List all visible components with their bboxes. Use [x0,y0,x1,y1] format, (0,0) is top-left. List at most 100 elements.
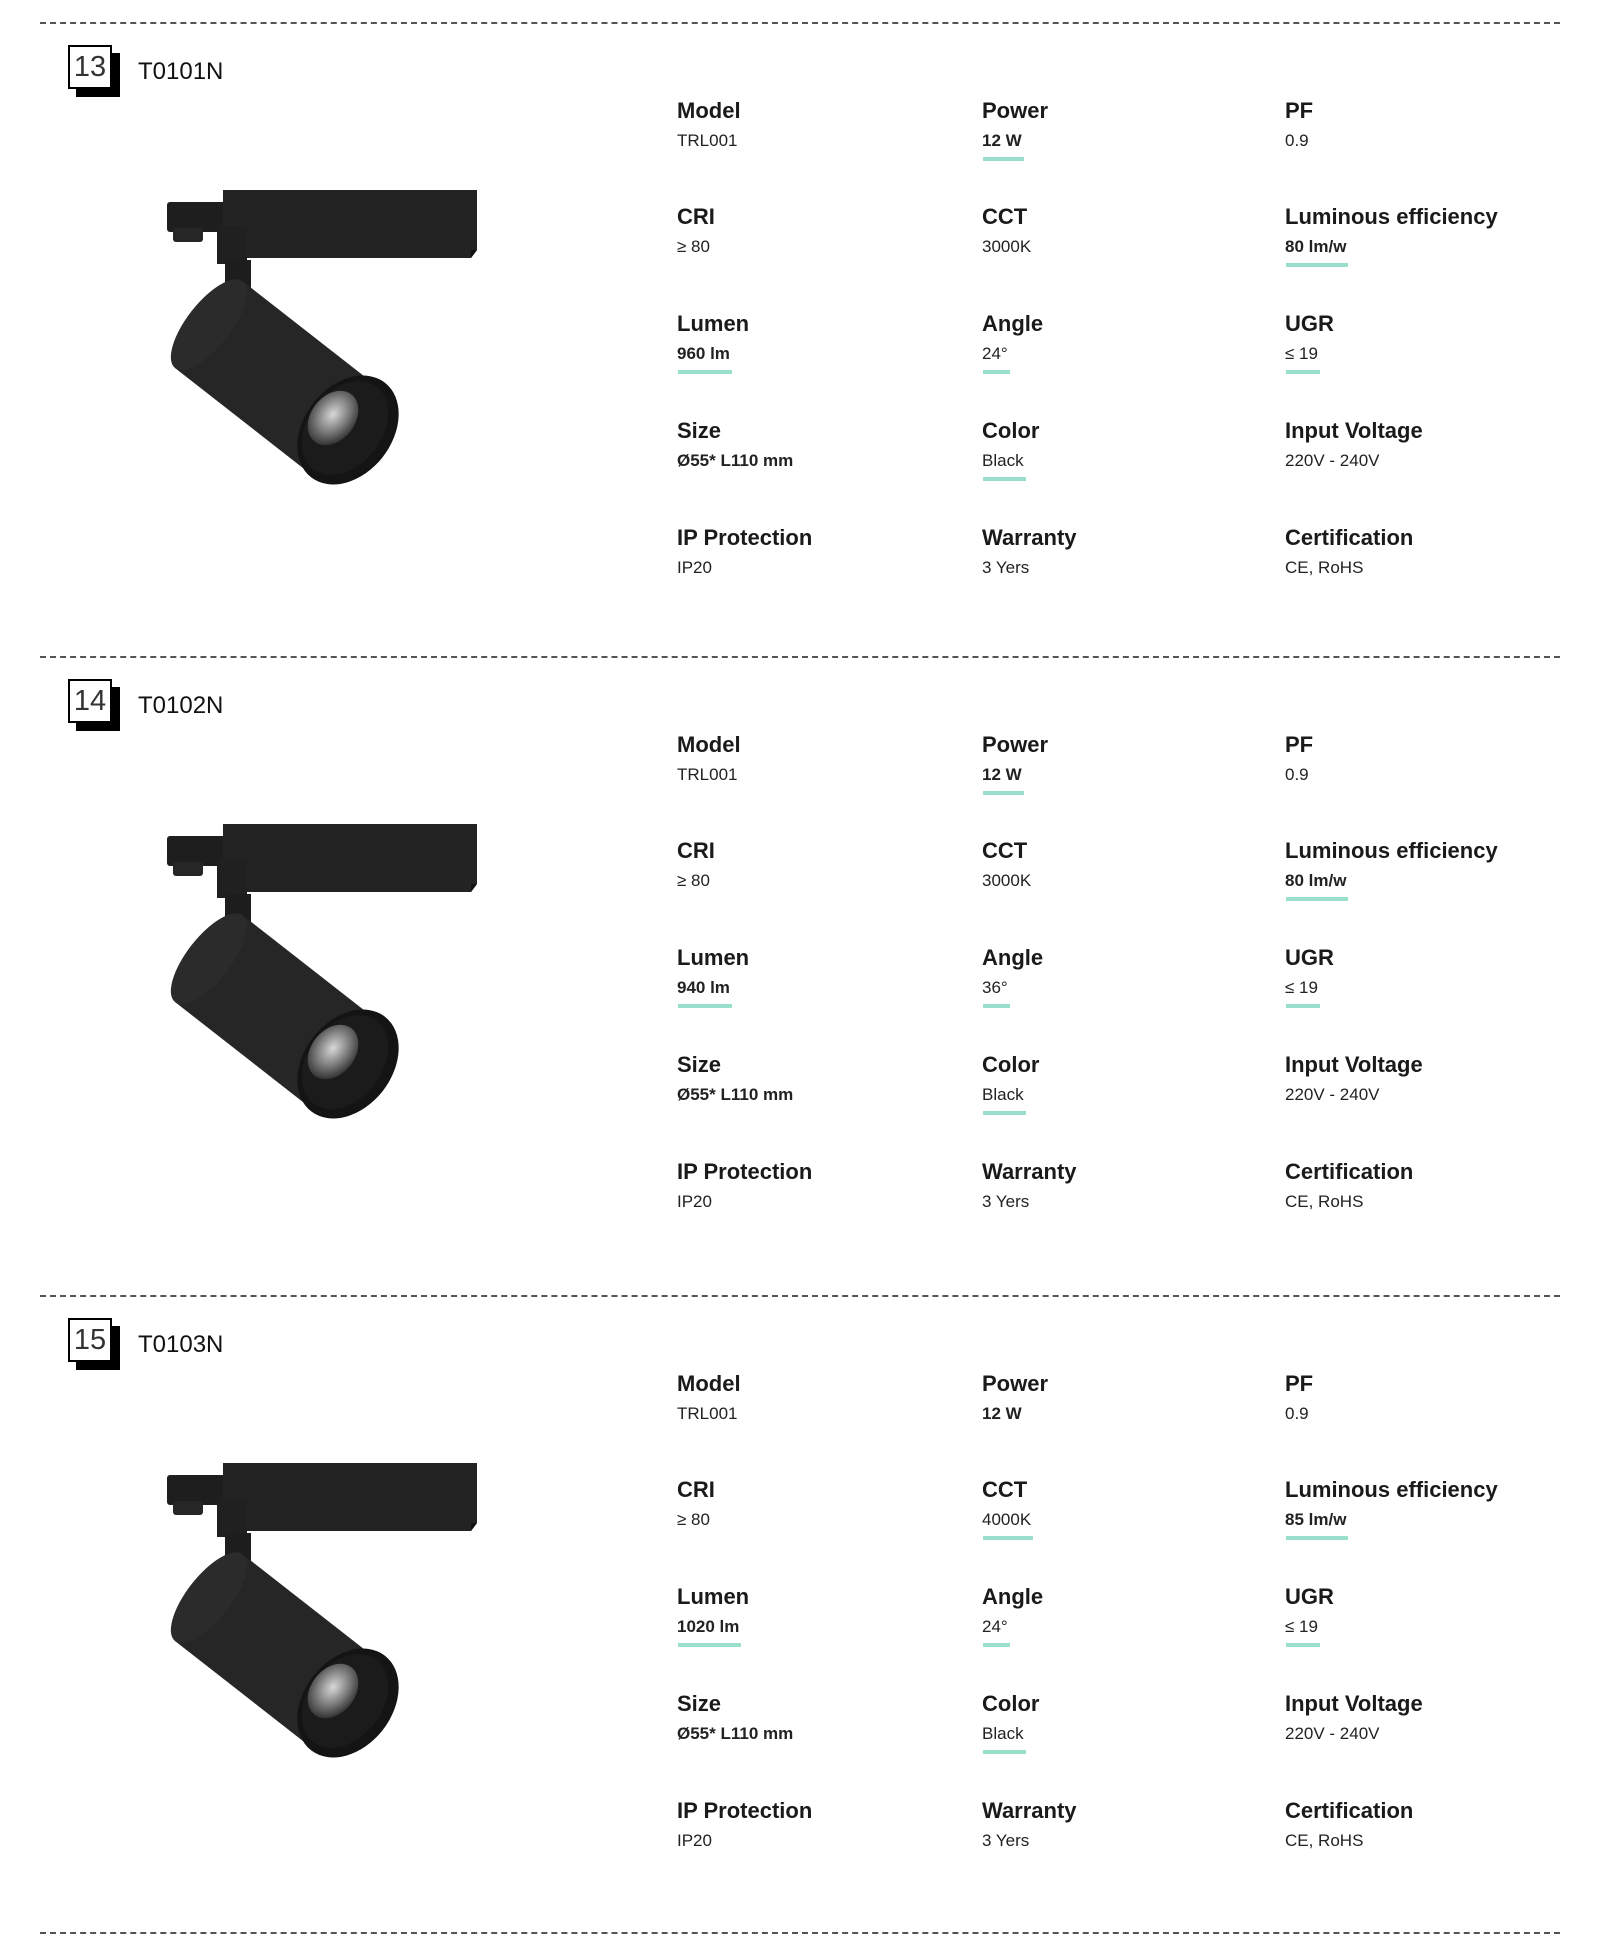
spec-warranty: Warranty 3 Yers [982,525,1272,579]
product-image-spotlight [155,1443,495,1783]
spec-lumen: Lumen 940 lm [677,945,967,1008]
spec-label: IP Protection [677,1159,813,1184]
spec-value: 3 Yers [982,1831,1030,1850]
spec-input-voltage: Input Voltage 220V - 240V [1285,1052,1575,1106]
section-divider [40,1932,1560,1934]
product-section: 13 T0101N Model TRL001 Power 12 W PF 0.9… [0,22,1600,657]
spec-label: UGR [1285,1584,1334,1609]
spec-label: Model [677,1371,741,1396]
spec-cct: CCT 3000K [982,204,1272,258]
spec-value: TRL001 [677,131,738,150]
spec-color: Color Black [982,1052,1272,1115]
spec-value: CE, RoHS [1285,558,1364,577]
spec-label: IP Protection [677,1798,813,1823]
spec-ip-protection: IP Protection IP20 [677,1159,967,1213]
spec-value: ≤ 19 [1285,1617,1320,1647]
track-spotlight-icon [167,190,477,485]
product-section: 15 T0103N Model TRL001 Power 12 W PF 0.9… [0,1295,1600,1930]
spec-label: Power [982,1371,1049,1396]
spec-label: PF [1285,732,1314,757]
spec-cct: CCT 4000K [982,1477,1272,1540]
spec-size: Size Ø55* L110 mm [677,418,967,472]
spec-label: Input Voltage [1285,1052,1423,1077]
spec-pf: PF 0.9 [1285,732,1575,786]
spec-value: 12 W [982,131,1024,161]
spec-luminous-efficiency: Luminous efficiency 85 lm/w [1285,1477,1575,1540]
spec-ugr: UGR ≤ 19 [1285,945,1575,1008]
spec-label: Model [677,98,741,123]
spec-value: ≥ 80 [677,237,710,256]
track-spotlight-icon [167,1463,477,1758]
spec-value: Black [982,451,1026,481]
spec-label: Warranty [982,525,1077,550]
spec-ugr: UGR ≤ 19 [1285,1584,1575,1647]
spec-angle: Angle 36° [982,945,1272,1008]
spec-label: Angle [982,945,1044,970]
spec-value: 1020 lm [677,1617,742,1647]
product-code: T0102N [138,692,224,719]
spec-pf: PF 0.9 [1285,98,1575,152]
spec-label: Certification [1285,1798,1414,1823]
product-image-spotlight [155,804,495,1144]
spec-value: Black [982,1724,1026,1754]
spec-label: Angle [982,1584,1044,1609]
spec-value: Ø55* L110 mm [677,1085,794,1104]
spec-value: Ø55* L110 mm [677,451,794,470]
spec-label: Lumen [677,1584,750,1609]
spec-label: CCT [982,204,1028,229]
spec-label: Power [982,98,1049,123]
product-code: T0103N [138,1331,224,1358]
spec-value: 0.9 [1285,131,1309,150]
spec-angle: Angle 24° [982,311,1272,374]
spec-label: CRI [677,838,715,863]
spec-label: Lumen [677,945,750,970]
spec-certification: Certification CE, RoHS [1285,1798,1575,1852]
spec-size: Size Ø55* L110 mm [677,1691,967,1745]
spec-label: Warranty [982,1798,1077,1823]
spec-label: Size [677,1691,722,1716]
spec-label: Size [677,418,722,443]
spec-certification: Certification CE, RoHS [1285,525,1575,579]
spec-value: 0.9 [1285,1404,1309,1423]
spec-label: CCT [982,1477,1028,1502]
spec-input-voltage: Input Voltage 220V - 240V [1285,418,1575,472]
spec-model: Model TRL001 [677,98,967,152]
spec-label: Luminous efficiency [1285,1477,1498,1502]
spec-value: 3 Yers [982,1192,1030,1211]
spec-value: IP20 [677,558,712,577]
spec-label: Luminous efficiency [1285,838,1498,863]
spec-certification: Certification CE, RoHS [1285,1159,1575,1213]
spec-label: Warranty [982,1159,1077,1184]
spec-value: 12 W [982,1404,1022,1423]
product-number: 14 [68,679,112,723]
product-number-badge: 13 [68,45,120,97]
product-number-badge: 14 [68,679,120,731]
spec-value: 220V - 240V [1285,1724,1380,1743]
spec-label: CRI [677,204,715,229]
spec-color: Color Black [982,1691,1272,1754]
spec-label: Input Voltage [1285,418,1423,443]
spec-label: CRI [677,1477,715,1502]
spec-model: Model TRL001 [677,732,967,786]
product-code: T0101N [138,58,224,85]
spec-cct: CCT 3000K [982,838,1272,892]
spec-value: 80 lm/w [1285,871,1349,901]
spec-label: PF [1285,1371,1314,1396]
spec-value: CE, RoHS [1285,1831,1364,1850]
spec-cri: CRI ≥ 80 [677,1477,967,1531]
spec-value: 960 lm [677,344,732,374]
spec-warranty: Warranty 3 Yers [982,1159,1272,1213]
spec-value: IP20 [677,1192,712,1211]
spec-label: Color [982,1691,1040,1716]
spec-warranty: Warranty 3 Yers [982,1798,1272,1852]
product-image-spotlight [155,170,495,510]
spec-label: Color [982,418,1040,443]
spec-ugr: UGR ≤ 19 [1285,311,1575,374]
spec-ip-protection: IP Protection IP20 [677,1798,967,1852]
spec-value: ≤ 19 [1285,344,1320,374]
spec-value: ≥ 80 [677,1510,710,1529]
spec-value: Black [982,1085,1026,1115]
spec-lumen: Lumen 960 lm [677,311,967,374]
product-section: 14 T0102N Model TRL001 Power 12 W PF 0.9… [0,656,1600,1291]
spec-label: Lumen [677,311,750,336]
